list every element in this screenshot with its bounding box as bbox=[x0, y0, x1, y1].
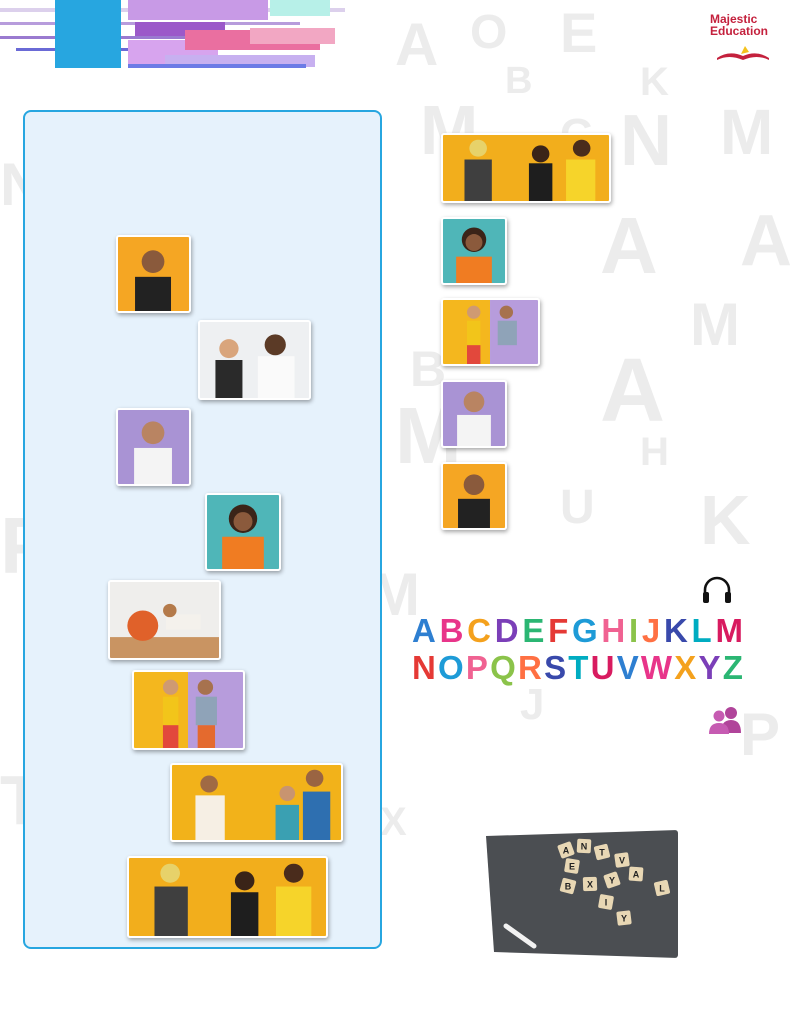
photo-friends-dancing-scooter bbox=[127, 856, 328, 938]
svg-text:I: I bbox=[605, 898, 608, 908]
photo-smiling-woman-orange bbox=[205, 493, 281, 571]
svg-text:X: X bbox=[587, 880, 593, 890]
photo-excited-man-yellow bbox=[116, 235, 191, 313]
svg-text:A: A bbox=[563, 846, 570, 856]
alphabet-letter-m: M bbox=[715, 612, 742, 649]
alphabet-letter-i: I bbox=[628, 612, 638, 649]
alphabet-letter-a: A bbox=[412, 612, 436, 649]
photo-man-white-shirt bbox=[116, 408, 191, 486]
photo-man-white-shirt-small bbox=[441, 380, 507, 448]
photo-letter-dice-chalkboard: A N T E V B X Y A L I Y bbox=[486, 830, 678, 958]
alphabet-letter-h: H bbox=[601, 612, 625, 649]
alphabet-letter-k: K bbox=[663, 612, 688, 649]
svg-text:N: N bbox=[581, 842, 588, 852]
letter-die: E bbox=[564, 858, 580, 874]
alphabet-chart: ABCDEFGHIJKLM NOPQRSTUVWXYZ bbox=[412, 612, 743, 690]
photo-dog-with-basketball bbox=[108, 580, 221, 660]
logo-text-line2: Education bbox=[710, 24, 769, 38]
photo-couple-pointing bbox=[198, 320, 311, 400]
two-people-icon bbox=[709, 707, 741, 734]
letter-die: V bbox=[614, 852, 630, 868]
alphabet-letter-v: V bbox=[616, 649, 639, 686]
alphabet-row-n-z: NOPQRSTUVWXYZ bbox=[412, 649, 743, 686]
publisher-logo: Majestic Education bbox=[705, 10, 785, 70]
alphabet-letter-j: J bbox=[641, 612, 660, 649]
svg-text:Y: Y bbox=[621, 914, 627, 924]
svg-text:L: L bbox=[659, 884, 665, 894]
svg-text:Y: Y bbox=[609, 876, 615, 886]
alphabet-letter-d: D bbox=[494, 612, 519, 649]
alphabet-letter-c: C bbox=[467, 612, 491, 649]
alphabet-letter-l: L bbox=[691, 612, 712, 649]
svg-text:B: B bbox=[565, 882, 572, 892]
open-book-icon bbox=[717, 46, 769, 60]
alphabet-letter-n: N bbox=[412, 649, 436, 686]
letter-die: Y bbox=[616, 910, 632, 926]
alphabet-letter-r: R bbox=[518, 649, 542, 686]
svg-text:V: V bbox=[619, 856, 625, 866]
photo-friends-dancing-scooter-small bbox=[441, 133, 611, 203]
alphabet-letter-u: U bbox=[590, 649, 615, 686]
alphabet-letter-x: X bbox=[674, 649, 696, 686]
alphabet-row-a-m: ABCDEFGHIJKLM bbox=[412, 612, 743, 649]
alphabet-letter-p: P bbox=[465, 649, 488, 686]
alphabet-letter-t: T bbox=[568, 649, 588, 686]
alphabet-letter-g: G bbox=[571, 612, 598, 649]
letter-die: I bbox=[598, 894, 614, 910]
photo-excited-man-yellow-small bbox=[441, 462, 507, 530]
alphabet-letter-b: B bbox=[439, 612, 464, 649]
alphabet-letter-w: W bbox=[640, 649, 672, 686]
svg-text:A: A bbox=[633, 870, 640, 880]
svg-text:T: T bbox=[599, 848, 605, 858]
alphabet-letter-s: S bbox=[544, 649, 566, 686]
photo-couple-holding-hands bbox=[132, 670, 245, 750]
photo-smiling-woman-orange-small bbox=[441, 217, 507, 285]
alphabet-letter-e: E bbox=[522, 612, 544, 649]
header-color-stripes bbox=[0, 0, 345, 72]
photo-couple-holding-hands-small bbox=[441, 298, 540, 366]
alphabet-letter-z: Z bbox=[722, 649, 743, 686]
photo-friends-talking bbox=[170, 763, 343, 842]
alphabet-letter-q: Q bbox=[490, 649, 516, 686]
alphabet-letter-f: F bbox=[548, 612, 568, 649]
alphabet-letter-o: O bbox=[438, 649, 464, 686]
letter-die: A bbox=[628, 866, 644, 882]
letter-die: X bbox=[582, 876, 598, 892]
headphones-icon bbox=[703, 576, 731, 603]
letter-die: N bbox=[576, 838, 592, 854]
svg-text:E: E bbox=[569, 862, 575, 872]
alphabet-letter-y: Y bbox=[698, 649, 721, 686]
